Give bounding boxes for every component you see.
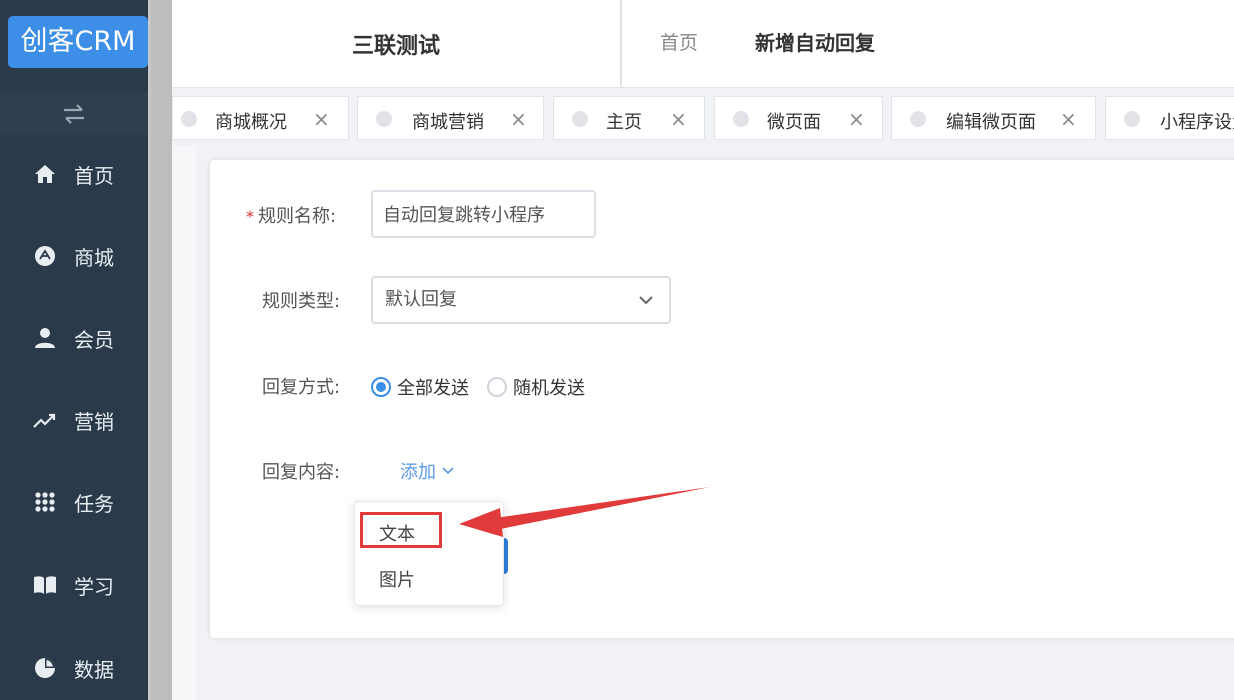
tab-label: 主页: [606, 112, 642, 133]
tab-store-overview[interactable]: 商城概况 ×: [172, 96, 349, 140]
sidebar-item-label: 首页: [74, 163, 114, 188]
radio-checked-icon: [371, 377, 391, 397]
rule-type-value: 默认回复: [385, 289, 457, 310]
sidebar-item-label: 营销: [74, 409, 114, 434]
radio-send-random[interactable]: 随机发送: [487, 374, 585, 400]
home-icon: [33, 162, 57, 186]
app-logo[interactable]: 创客CRM: [8, 16, 148, 68]
sidebar-item-label: 任务: [74, 491, 114, 516]
sidebar-item-store[interactable]: 商城: [0, 226, 148, 286]
tab-store-marketing[interactable]: 商城营销 ×: [357, 96, 544, 140]
close-icon[interactable]: ×: [670, 107, 687, 131]
sidebar-item-label: 学习: [74, 574, 114, 599]
sidebar-item-tasks[interactable]: 任务: [0, 472, 148, 532]
annotation-highlight-box: [360, 512, 442, 548]
user-icon: [33, 326, 57, 350]
tab-dot-icon: [910, 111, 926, 127]
rule-name-label: * 规则名称:: [246, 202, 336, 228]
tab-label: 编辑微页面: [946, 112, 1036, 133]
tab-bar: 商城概况 × 商城营销 × 主页 × 微页面 × 编辑微页面 × 小程序设置: [172, 88, 1234, 146]
chevron-down-icon: [639, 278, 653, 322]
tab-edit-micro-page[interactable]: 编辑微页面 ×: [891, 96, 1096, 140]
dropdown-item-image[interactable]: 图片: [379, 566, 415, 592]
tab-dot-icon: [572, 111, 588, 127]
tab-home[interactable]: 主页 ×: [553, 96, 705, 140]
tab-label: 商城营销: [412, 112, 484, 133]
store-icon: [33, 244, 57, 268]
close-icon[interactable]: ×: [848, 107, 865, 131]
rule-type-label: 规则类型:: [262, 291, 341, 312]
collapse-toggle[interactable]: [0, 93, 148, 135]
tab-label: 商城概况: [215, 112, 287, 133]
tab-label: 微页面: [767, 112, 821, 133]
rule-name-input[interactable]: [371, 190, 596, 238]
tab-dot-icon: [1124, 111, 1140, 127]
breadcrumb-current: 新增自动回复: [755, 31, 875, 55]
rule-type-select[interactable]: 默认回复: [371, 276, 671, 324]
tab-label: 小程序设置: [1160, 112, 1234, 133]
tab-miniprogram-settings[interactable]: 小程序设置: [1105, 96, 1234, 140]
sidebar-item-label: 会员: [74, 327, 114, 352]
sidebar-item-label: 商城: [74, 245, 114, 270]
reply-mode-label: 回复方式:: [262, 377, 341, 398]
sidebar-scrollbar-thumb[interactable]: [151, 0, 172, 700]
tab-dot-icon: [181, 111, 197, 127]
swap-arrows-icon: [64, 104, 84, 124]
add-label: 添加: [400, 462, 436, 483]
reply-content-label: 回复内容:: [262, 462, 341, 483]
trend-icon: [33, 408, 57, 432]
grid-icon: [33, 490, 57, 514]
sidebar-item-marketing[interactable]: 营销: [0, 390, 148, 450]
close-icon[interactable]: ×: [1060, 107, 1077, 131]
sidebar: 创客CRM 首页 商城 会员 营销 任务 学习 数据: [0, 0, 148, 700]
add-content-dropdown-trigger[interactable]: 添加: [400, 458, 454, 484]
close-icon[interactable]: ×: [313, 107, 330, 131]
sidebar-item-members[interactable]: 会员: [0, 308, 148, 368]
sidebar-item-home[interactable]: 首页: [0, 144, 148, 204]
content-gutter: [172, 146, 196, 700]
sidebar-item-label: 数据: [74, 657, 114, 682]
tab-dot-icon: [733, 111, 749, 127]
sidebar-item-learning[interactable]: 学习: [0, 555, 148, 615]
book-icon: [33, 573, 57, 597]
required-asterisk: *: [246, 207, 254, 226]
sidebar-item-data[interactable]: 数据: [0, 638, 148, 698]
radio-label: 随机发送: [513, 378, 585, 399]
close-icon[interactable]: ×: [510, 107, 527, 131]
tab-micro-page[interactable]: 微页面 ×: [714, 96, 883, 140]
radio-send-all[interactable]: 全部发送: [371, 374, 469, 400]
radio-label: 全部发送: [397, 378, 469, 399]
chevron-down-icon: [442, 467, 454, 475]
store-name[interactable]: 三联测试: [172, 0, 622, 88]
pie-icon: [33, 656, 57, 680]
rule-name-label-text: 规则名称:: [258, 206, 337, 227]
breadcrumb-home[interactable]: 首页: [660, 28, 698, 55]
radio-unchecked-icon: [487, 377, 507, 397]
tab-dot-icon: [376, 111, 392, 127]
top-header: 三联测试 首页 新增自动回复: [172, 0, 1234, 88]
